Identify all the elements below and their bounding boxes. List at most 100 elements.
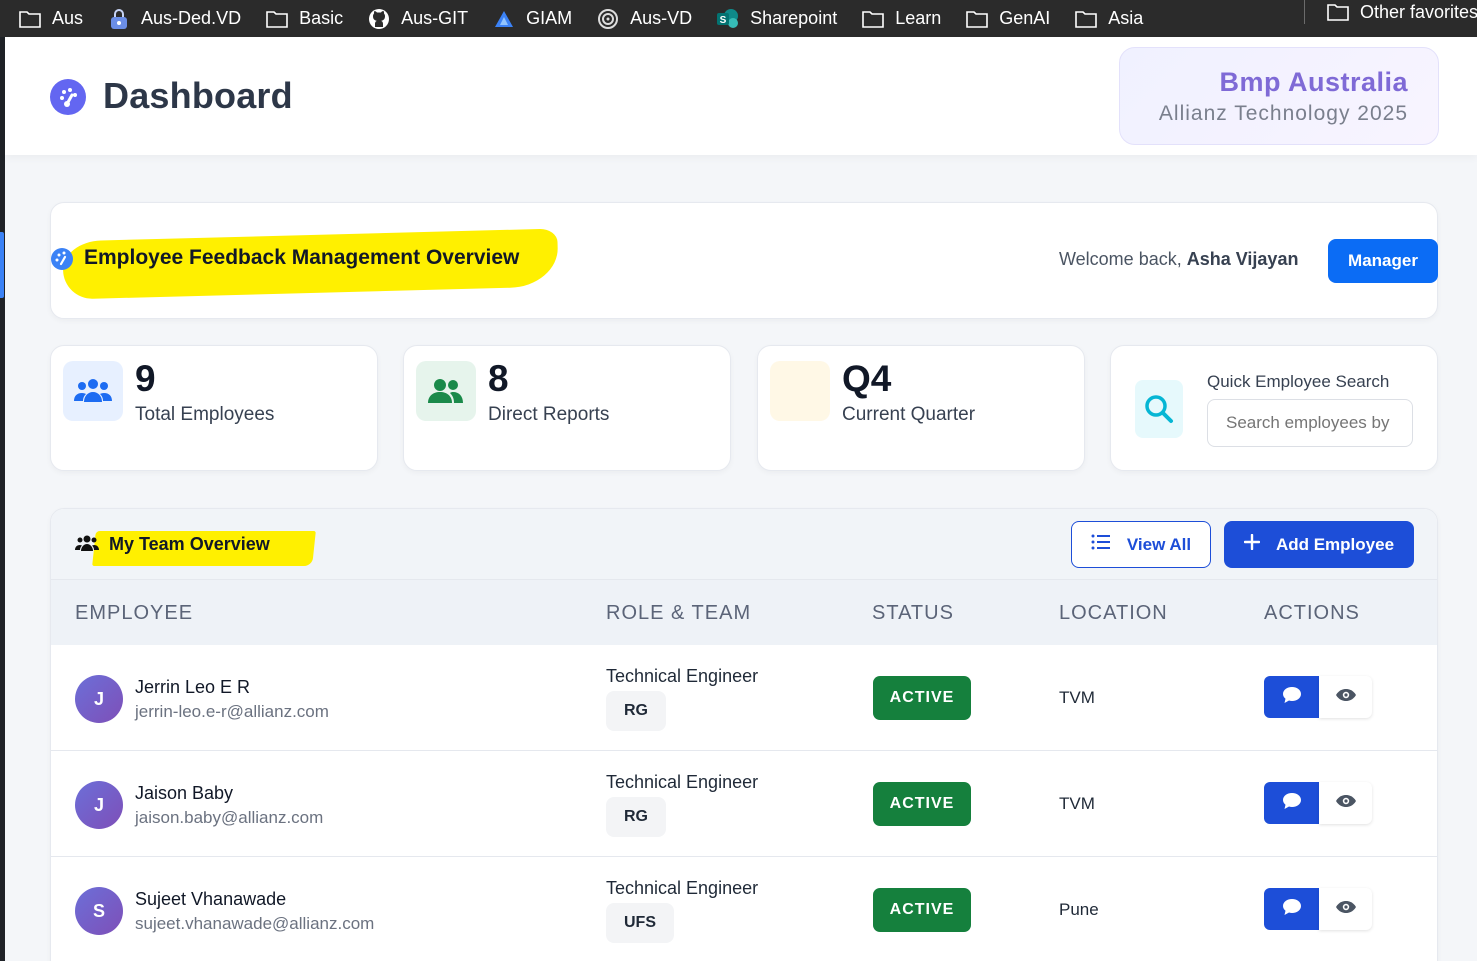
stat-card-direct-reports: 8 Direct Reports [403, 345, 731, 471]
view-button[interactable] [1319, 676, 1372, 718]
view-all-label: View All [1126, 534, 1192, 554]
bookmark-label: GIAM [526, 8, 573, 28]
bookmark-label: Aus-GIT [401, 8, 469, 28]
employee-role: Technical Engineer [606, 772, 759, 792]
giam-icon [492, 9, 516, 29]
stat-card-current-quarter: Q4 Current Quarter [757, 345, 1085, 471]
column-header-status: STATUS [872, 602, 954, 624]
folder-icon [1326, 2, 1350, 22]
plus-icon [1243, 533, 1261, 555]
bookmark-learn[interactable]: Learn [861, 7, 941, 31]
sharepoint-icon: S [716, 8, 740, 29]
team-title: My Team Overview [109, 534, 270, 554]
feedback-button[interactable] [1264, 676, 1319, 718]
bookmark-aus-ded-vd[interactable]: Aus-Ded.VD [107, 7, 241, 31]
feedback-button[interactable] [1264, 888, 1319, 930]
users-icon [63, 361, 123, 421]
team-badge: UFS [606, 903, 674, 943]
search-label: Quick Employee Search [1207, 372, 1390, 391]
spiral-icon [596, 8, 620, 29]
stat-value: Q4 [842, 358, 892, 399]
status-badge: ACTIVE [873, 782, 971, 826]
status-badge: ACTIVE [873, 888, 971, 932]
team-badge: RG [606, 691, 666, 731]
employee-email: jaison.baby@allianz.com [135, 808, 324, 827]
bookmark-label: Basic [299, 8, 344, 28]
bookmark-label: Sharepoint [750, 8, 838, 28]
bookmarks-bar: Aus Aus-Ded.VD Basic Aus-GIT GIAM Aus-VD… [0, 0, 1477, 37]
table-row: J Jerrin Leo E R jerrin-leo.e-r@allianz.… [51, 645, 1437, 751]
user-name: Asha Vijayan [1186, 249, 1299, 269]
page-title: Dashboard [103, 75, 293, 116]
employee-name: Sujeet Vhanawade [135, 889, 287, 909]
overview-card: Employee Feedback Management Overview We… [50, 202, 1438, 319]
employee-name: Jerrin Leo E R [135, 677, 251, 697]
brand-card: Bmp Australia Allianz Technology 2025 [1119, 47, 1439, 145]
lock-icon [107, 8, 131, 29]
employee-email: jerrin-leo.e-r@allianz.com [135, 702, 329, 721]
bookmark-basic[interactable]: Basic [265, 7, 343, 31]
table-row: J Jaison Baby jaison.baby@allianz.com Te… [51, 751, 1437, 857]
team-users-icon [75, 534, 99, 559]
stat-value: 8 [488, 358, 509, 399]
dashboard-gauge-icon [50, 79, 86, 115]
page-header: Dashboard Bmp Australia Allianz Technolo… [5, 37, 1477, 155]
folder-icon [1074, 9, 1098, 29]
search-icon [1135, 380, 1183, 438]
chat-icon [1282, 898, 1302, 921]
employee-location: TVM [1059, 794, 1095, 813]
list-icon [1091, 534, 1111, 555]
bookmark-label: GenAI [999, 8, 1051, 28]
eye-icon [1335, 688, 1357, 707]
stat-label: Direct Reports [488, 404, 610, 425]
github-icon [367, 8, 391, 29]
add-employee-label: Add Employee [1275, 534, 1395, 554]
employee-search-input[interactable] [1207, 399, 1413, 447]
bookmark-asia[interactable]: Asia [1074, 7, 1143, 31]
folder-icon [18, 9, 42, 29]
bookmark-label: Aus-VD [630, 8, 693, 28]
svg-text:S: S [720, 15, 727, 26]
view-button[interactable] [1319, 782, 1372, 824]
bookmark-genai[interactable]: GenAI [965, 7, 1050, 31]
employee-role: Technical Engineer [606, 878, 759, 898]
view-button[interactable] [1319, 888, 1372, 930]
eye-icon [1335, 794, 1357, 813]
column-header-actions: ACTIONS [1264, 602, 1360, 624]
welcome-message: Welcome back, Asha Vijayan [1059, 249, 1298, 270]
app-container: Dashboard Bmp Australia Allianz Technolo… [5, 37, 1477, 961]
folder-icon [965, 9, 989, 29]
calendar-icon [770, 361, 830, 421]
bookmark-aus-git[interactable]: Aus-GIT [367, 7, 468, 31]
brand-name: Bmp Australia [1219, 67, 1408, 97]
overview-title: Employee Feedback Management Overview [84, 246, 520, 269]
employee-location: Pune [1059, 900, 1099, 919]
bookmark-other-favorites[interactable]: Other favorites [1326, 0, 1477, 24]
bookmarks-divider [1304, 0, 1305, 24]
quick-search-card: Quick Employee Search [1110, 345, 1438, 471]
bookmark-giam[interactable]: GIAM [492, 7, 572, 31]
avatar: J [75, 781, 123, 829]
bookmark-aus[interactable]: Aus [18, 7, 83, 31]
stat-value: 9 [135, 358, 156, 399]
bookmark-label: Learn [895, 8, 942, 28]
add-employee-button[interactable]: Add Employee [1224, 521, 1414, 568]
table-row: S Sujeet Vhanawade sujeet.vhanawade@alli… [51, 857, 1437, 961]
view-all-button[interactable]: View All [1071, 521, 1211, 568]
brand-subtitle: Allianz Technology 2025 [1158, 102, 1408, 125]
manager-role-button[interactable]: Manager [1328, 239, 1438, 283]
bookmark-aus-vd[interactable]: Aus-VD [596, 7, 692, 31]
bookmark-label: Asia [1108, 8, 1144, 28]
stat-label: Total Employees [135, 404, 275, 425]
side-tab-indicator[interactable] [0, 232, 4, 298]
folder-icon [861, 9, 885, 29]
team-badge: RG [606, 797, 666, 837]
employee-role: Technical Engineer [606, 666, 759, 686]
bookmark-label: Aus [52, 8, 84, 28]
user-group-icon [416, 361, 476, 421]
folder-icon [265, 9, 289, 29]
bookmark-sharepoint[interactable]: S Sharepoint [716, 7, 837, 31]
employee-name: Jaison Baby [135, 783, 234, 803]
gauge-icon [51, 248, 73, 270]
feedback-button[interactable] [1264, 782, 1319, 824]
